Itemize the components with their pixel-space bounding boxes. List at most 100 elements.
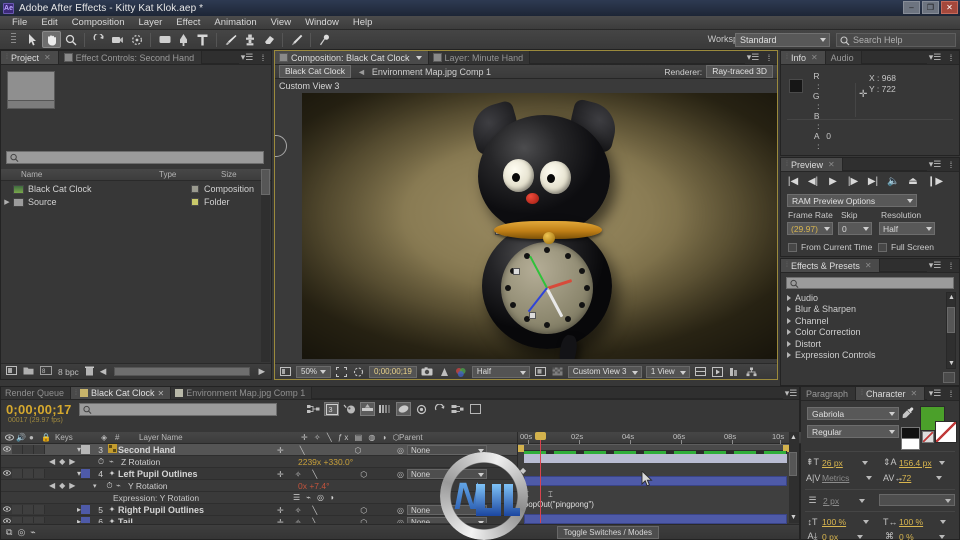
work-area-bar[interactable] (518, 444, 789, 452)
leading-control[interactable]: ⇕A 156.4 px (883, 457, 945, 468)
menu-window[interactable]: Window (298, 16, 346, 30)
table-row[interactable]: ▾ 3 Second Hand ✛ ╲ ⬡ ◎ None (1, 444, 517, 456)
composition-mini-flowchart-icon[interactable] (306, 402, 321, 416)
layer-switch-icons[interactable]: ✛ ✧ ╲ ⬡ (277, 504, 395, 516)
chevron-down-icon[interactable] (938, 534, 945, 539)
ram-preview-icon[interactable]: ❙▶ (927, 176, 943, 187)
scroll-up-icon[interactable]: ▲ (790, 434, 797, 441)
stroke-color-swatch[interactable] (935, 421, 957, 443)
effects-search-input[interactable] (786, 277, 954, 289)
gizmo-handle-bottom[interactable] (529, 312, 536, 319)
auto-keyframe-icon[interactable] (414, 402, 429, 416)
graph-icon[interactable]: ⌁ (116, 481, 128, 490)
chevron-down-icon[interactable] (415, 55, 422, 60)
breadcrumb-parent-comp[interactable]: Environment Map.jpg Comp 1 (372, 67, 491, 77)
brainstorm-icon[interactable] (450, 402, 465, 416)
camera-orbit-gizmo[interactable] (275, 135, 287, 157)
frame-rate-select[interactable]: (29.97) (787, 222, 833, 235)
maximize-button[interactable]: ❐ (922, 1, 939, 14)
menu-file[interactable]: File (5, 16, 34, 30)
scroll-down-icon[interactable]: ▼ (948, 360, 955, 367)
tab-audio[interactable]: Audio (825, 51, 862, 64)
chevron-down-icon[interactable] (866, 476, 873, 480)
table-row[interactable]: ▸ 6 ✦ Tail ✛ ✧ ╲ ⬡ ◎ None (1, 516, 517, 523)
video-visibility-toggle[interactable] (1, 505, 12, 514)
timeline-vertical-scrollbar[interactable]: ▲ ▼ (789, 432, 799, 523)
keyframe-navigator[interactable]: ◀◆▶ (49, 481, 93, 490)
video-visibility-toggle[interactable] (1, 517, 12, 523)
z-axis-gizmo-green[interactable] (529, 255, 548, 289)
timeline-extra-icon[interactable] (468, 402, 483, 416)
parent-cell[interactable]: ◎ None (397, 516, 515, 523)
no-color-swatch[interactable] (922, 431, 934, 443)
preview-resolution-select[interactable]: Half (879, 222, 935, 235)
toggle-switches-modes-button[interactable]: Toggle Switches / Modes (556, 525, 659, 539)
layer-name[interactable]: Left Pupil Outlines (118, 469, 198, 479)
tab-character[interactable]: ⁞ Character ✕ (856, 387, 926, 400)
menu-help[interactable]: Help (346, 16, 380, 30)
eyedropper-icon[interactable] (902, 407, 914, 422)
next-frame-icon[interactable]: |▶ (847, 176, 859, 187)
composition-artboard[interactable] (302, 93, 777, 359)
tab-environment-map-comp[interactable]: Environment Map.jpg Comp 1 (171, 387, 313, 399)
parent-cell[interactable]: ◎ None (397, 504, 515, 516)
layer-name[interactable]: Second Hand (118, 445, 176, 455)
table-row[interactable]: ▸ 5 ✦ Right Pupil Outlines ✛ ✧ ╲ ⬡ ◎ Non… (1, 504, 517, 516)
property-name[interactable]: Y Rotation (128, 481, 168, 491)
composition-viewer[interactable]: Custom View 3 (275, 79, 777, 363)
pixel-aspect-icon[interactable] (694, 366, 707, 378)
project-search-input[interactable] (6, 151, 264, 164)
loop-icon[interactable]: ⏏ (907, 176, 919, 187)
region-of-interest-icon[interactable] (335, 366, 348, 378)
expression-menu-icon[interactable]: ☰ (293, 493, 300, 502)
time-ruler[interactable]: 00s 02s 04s 06s 08s 10s (518, 432, 789, 444)
parent-pickwhip-icon[interactable]: ◎ (397, 506, 404, 515)
font-size-control[interactable]: ⇞T 26 px (806, 457, 868, 468)
full-screen-checkbox[interactable]: Full Screen (878, 242, 934, 252)
tab-black-cat-clock[interactable]: ⁞ Black Cat Clock ✕ (71, 387, 172, 399)
graph-editor-icon[interactable] (396, 402, 411, 416)
project-scrollbar[interactable] (261, 169, 270, 362)
play-icon[interactable]: ▶ (827, 176, 839, 187)
stroke-width-value[interactable]: 2 px (823, 496, 839, 506)
toggle-mask-icon[interactable] (551, 366, 564, 378)
puppet-pin-tool-icon[interactable] (315, 31, 334, 48)
keyframe-end-icon[interactable]: ⌶ (548, 490, 553, 500)
parent-select[interactable]: None (406, 469, 487, 479)
stopwatch-icon[interactable]: ⏱ (93, 457, 109, 467)
channel-rgb-icon[interactable] (455, 366, 468, 378)
baseline-shift-control[interactable]: A⤓ 0 px (806, 531, 864, 540)
ram-preview-options-select[interactable]: RAM Preview Options (787, 194, 917, 207)
magnification-select[interactable]: 50% (296, 365, 332, 378)
timeline-scrollbar-thumb[interactable] (789, 452, 797, 476)
white-swatch[interactable] (901, 438, 920, 450)
menu-layer[interactable]: Layer (132, 16, 170, 30)
keyframe-start-icon[interactable]: ⌶ (524, 490, 529, 500)
project-item-folder[interactable]: ▶ Source Folder (1, 196, 271, 208)
font-size-value[interactable]: 26 px (822, 458, 843, 468)
graph-editor-footer-icon[interactable]: ⌁ (30, 527, 35, 538)
effects-scrollbar[interactable]: ▲ ▼ (946, 292, 956, 369)
effects-category-audio[interactable]: Audio (785, 292, 945, 304)
parent-pickwhip-icon[interactable]: ◎ (397, 470, 404, 479)
twirl-icon-folder[interactable]: ▶ (1, 198, 13, 206)
parent-pickwhip-icon[interactable]: ◎ (397, 518, 404, 524)
scroll-up-icon[interactable]: ▲ (948, 294, 955, 301)
timeline-graph-area[interactable]: 00s 02s 04s 06s 08s 10s ◆ ⌶ ⌶ loopOut("p… (517, 432, 789, 538)
character-panel-menu-icon[interactable]: ▾☰ (927, 387, 943, 400)
viewer-timecode[interactable]: 0;00;00;19 (369, 365, 417, 378)
from-current-time-checkbox[interactable]: From Current Time (788, 242, 872, 252)
chevron-down-icon[interactable] (859, 498, 866, 503)
zoom-tool-icon[interactable] (61, 31, 80, 48)
layer-name[interactable]: Right Pupil Outlines (118, 505, 204, 515)
comp-mini-flowchart-icon[interactable]: ⧉ (6, 527, 12, 538)
tab-paragraph[interactable]: Paragraph (801, 387, 857, 400)
expression-graph-icon[interactable]: ⌁ (306, 493, 311, 502)
region-interest-toggle-icon[interactable] (534, 366, 547, 378)
workspace-select[interactable]: Standard (735, 33, 830, 47)
chevron-down-icon[interactable] (936, 476, 943, 480)
enable-frame-blending-icon[interactable] (360, 402, 375, 416)
parent-select[interactable]: None (406, 445, 487, 455)
effects-category-blur-sharpen[interactable]: Blur & Sharpen (785, 304, 945, 316)
live-update-icon[interactable] (432, 402, 447, 416)
